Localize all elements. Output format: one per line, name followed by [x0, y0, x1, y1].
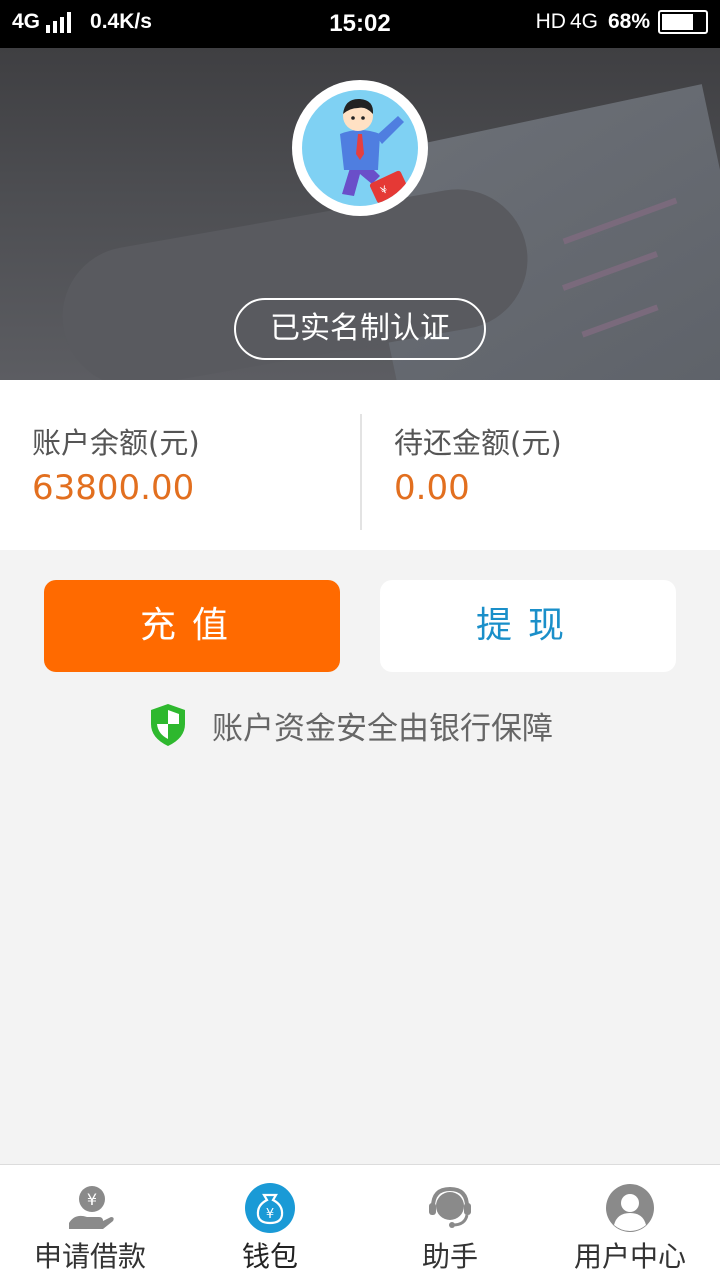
security-text: 账户资金安全由银行保障 — [212, 710, 553, 747]
user-icon — [606, 1184, 654, 1232]
balance-panel: 账户余额(元) 63800.00 待还金额(元) 0.00 — [0, 380, 720, 550]
security-note: 账户资金安全由银行保障 — [148, 700, 553, 750]
status-right: HD 4G 68% — [536, 10, 708, 34]
network-type-right: 4G — [569, 10, 598, 33]
avatar-image: ¥ — [302, 90, 418, 206]
nav-label: 助手 — [421, 1240, 478, 1273]
nav-item-user-center[interactable]: 用户中心 — [540, 1165, 720, 1281]
battery-percent: 68% — [607, 10, 650, 33]
nav-label: 申请借款 — [33, 1240, 146, 1273]
nav-item-wallet[interactable]: ¥ 钱包 — [180, 1165, 360, 1281]
headset-icon — [429, 1186, 471, 1228]
withdraw-button[interactable]: 提现 — [380, 580, 676, 672]
svg-text:¥: ¥ — [266, 1207, 274, 1222]
bottom-nav: ¥ 申请借款 ¥ 钱包 助手 用户中心 — [0, 1164, 720, 1281]
nav-item-apply-loan[interactable]: ¥ 申请借款 — [0, 1165, 180, 1281]
account-balance-label: 账户余额(元) — [32, 426, 200, 460]
nav-item-assistant[interactable]: 助手 — [360, 1165, 540, 1281]
svg-text:¥: ¥ — [87, 1190, 97, 1209]
avatar-figure-icon: ¥ — [340, 98, 409, 204]
due-amount-label: 待还金额(元) — [394, 426, 562, 460]
nav-label: 钱包 — [241, 1240, 298, 1273]
hand-yen-icon: ¥ — [69, 1186, 114, 1229]
nav-label: 用户中心 — [573, 1240, 686, 1273]
avatar[interactable]: ¥ — [292, 80, 428, 216]
due-amount-value: 0.00 — [394, 468, 470, 508]
account-balance-value: 63800.00 — [32, 468, 195, 508]
verification-badge[interactable]: 已实名制认证 — [234, 298, 486, 360]
battery-icon — [658, 10, 708, 34]
hd-indicator: HD — [535, 10, 566, 33]
status-bar: 4G 0.4K/s 15:02 HD 4G 68% — [0, 0, 720, 48]
money-bag-icon: ¥ — [245, 1183, 295, 1233]
shield-icon — [151, 704, 185, 746]
balance-divider — [360, 414, 362, 530]
recharge-button[interactable]: 充值 — [44, 580, 340, 672]
